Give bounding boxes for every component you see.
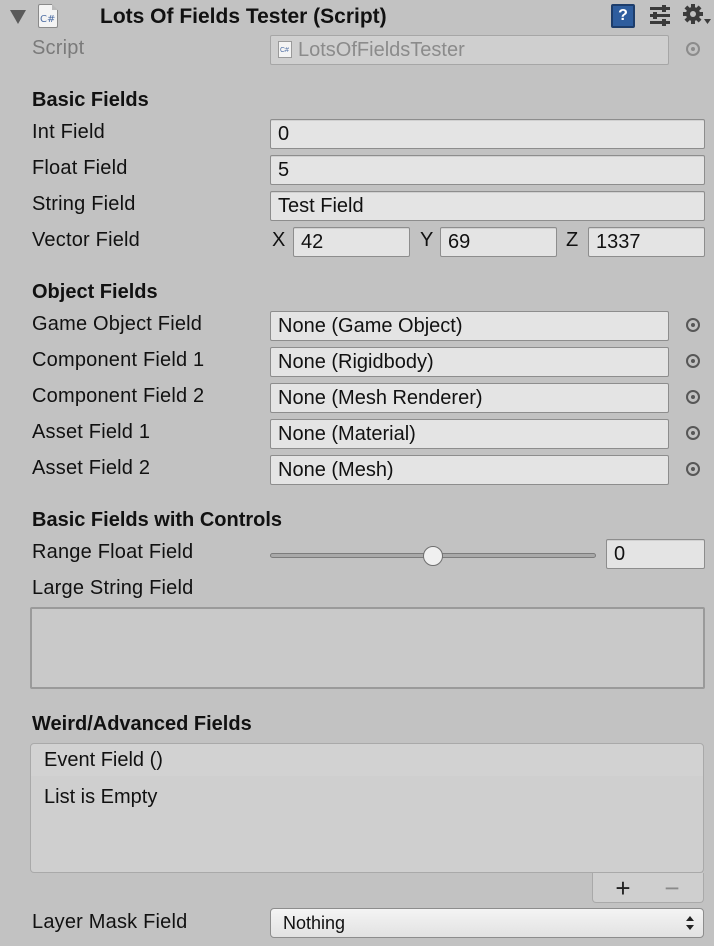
vector-x-label[interactable]: X <box>272 229 285 252</box>
object-picker-icon <box>686 42 700 56</box>
dropdown-arrows-icon <box>686 916 694 930</box>
add-button[interactable]: + <box>608 873 638 903</box>
gear-icon[interactable] <box>682 3 712 29</box>
remove-button[interactable]: − <box>657 873 687 903</box>
vector-x-field[interactable]: 42 <box>293 227 410 257</box>
int-field[interactable]: 0 <box>270 119 705 149</box>
event-list-empty-text: List is Empty <box>44 786 158 808</box>
vector-y-field[interactable]: 69 <box>440 227 557 257</box>
vector-z-field[interactable]: 1337 <box>588 227 705 257</box>
game-object-field[interactable]: None (Game Object) <box>270 311 669 341</box>
section-object-fields: Object Fields <box>32 281 158 303</box>
float-field[interactable]: 5 <box>270 155 705 185</box>
vector-z-label[interactable]: Z <box>566 229 578 252</box>
range-float-field[interactable]: 0 <box>606 539 705 569</box>
script-field-value: LotsOfFieldsTester <box>298 39 465 61</box>
script-field: C# LotsOfFieldsTester <box>270 35 669 65</box>
vector-field-label: Vector Field <box>32 229 141 251</box>
asset-field-1[interactable]: None (Material) <box>270 419 669 449</box>
csharp-icon-text: C# <box>40 14 56 25</box>
layer-mask-dropdown[interactable]: Nothing <box>270 908 704 938</box>
foldout-arrow-icon[interactable] <box>10 10 26 24</box>
layer-mask-value: Nothing <box>283 913 346 933</box>
string-field[interactable]: Test Field <box>270 191 705 221</box>
section-controls: Basic Fields with Controls <box>32 509 283 531</box>
section-basic-fields: Basic Fields <box>32 89 149 111</box>
object-picker-icon[interactable] <box>686 390 700 404</box>
component-title: Lots Of Fields Tester (Script) <box>100 5 387 28</box>
script-label: Script <box>32 37 85 59</box>
string-field-label: String Field <box>32 193 136 215</box>
object-field-label: Game Object Field <box>32 313 203 335</box>
object-field-label: Component Field 2 <box>32 385 205 407</box>
component-field-1[interactable]: None (Rigidbody) <box>270 347 669 377</box>
object-field-label: Component Field 1 <box>32 349 205 371</box>
range-float-label: Range Float Field <box>32 541 194 563</box>
inspector-panel: C# Lots Of Fields Tester (Script) ? Scri… <box>0 0 714 946</box>
asset-field-2[interactable]: None (Mesh) <box>270 455 669 485</box>
component-header[interactable]: C# Lots Of Fields Tester (Script) ? <box>0 0 714 34</box>
large-string-textarea[interactable] <box>30 607 705 689</box>
object-picker-icon[interactable] <box>686 354 700 368</box>
object-field-label: Asset Field 1 <box>32 421 151 443</box>
presets-icon[interactable] <box>648 4 672 28</box>
csharp-script-icon: C# <box>38 4 58 28</box>
object-picker-icon[interactable] <box>686 426 700 440</box>
range-slider-thumb[interactable] <box>423 546 443 566</box>
large-string-label: Large String Field <box>32 577 194 599</box>
object-picker-icon[interactable] <box>686 462 700 476</box>
script-file-icon: C# <box>278 41 292 58</box>
event-field-header: Event Field () <box>30 743 704 777</box>
section-advanced-fields: Weird/Advanced Fields <box>32 713 252 735</box>
help-icon[interactable]: ? <box>611 4 635 28</box>
vector-y-label[interactable]: Y <box>420 229 433 252</box>
component-field-2[interactable]: None (Mesh Renderer) <box>270 383 669 413</box>
int-field-label: Int Field <box>32 121 105 143</box>
object-field-label: Asset Field 2 <box>32 457 151 479</box>
float-field-label: Float Field <box>32 157 128 179</box>
object-picker-icon[interactable] <box>686 318 700 332</box>
layer-mask-label: Layer Mask Field <box>32 911 188 933</box>
